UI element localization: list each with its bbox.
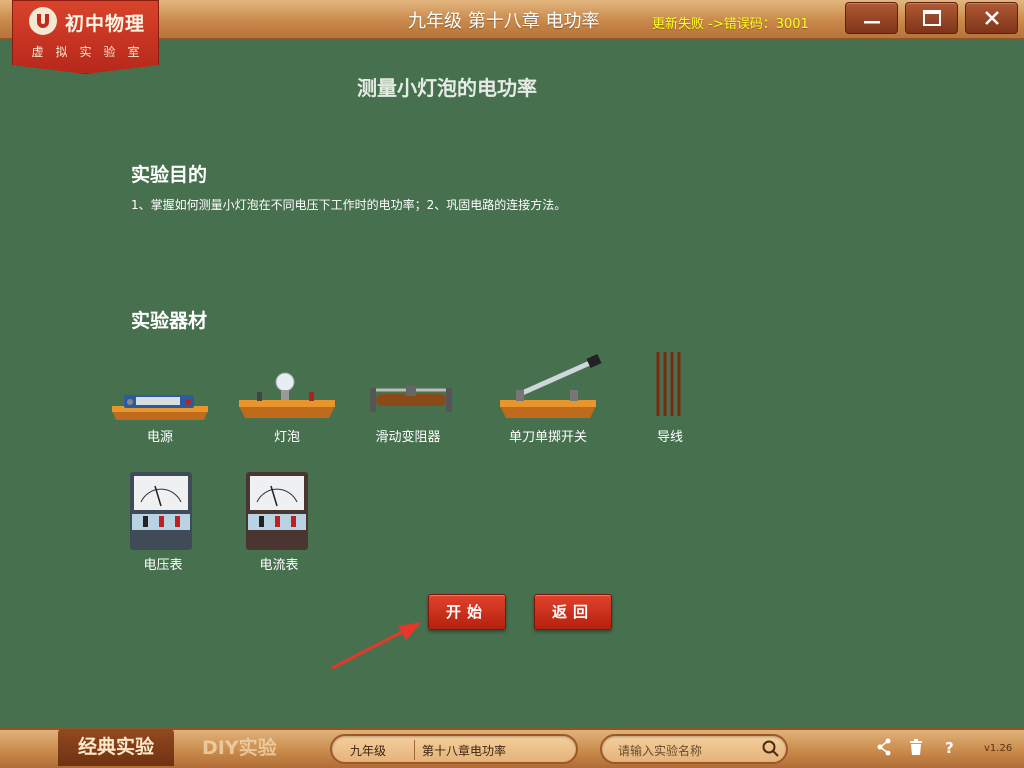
light-bulb-icon (239, 372, 335, 418)
ammeter-icon (246, 472, 308, 550)
back-button[interactable]: 返回 (534, 594, 612, 630)
trash-icon[interactable] (908, 738, 924, 756)
equipment-ammeter[interactable]: 电流表 (219, 472, 339, 582)
tab-classic-experiments[interactable]: 经典实验 (58, 729, 174, 766)
grade-select[interactable]: 九年级 (350, 742, 386, 759)
equipment-wires[interactable]: 导线 (610, 350, 730, 460)
chapter-title: 九年级 第十八章 电功率 (408, 11, 600, 32)
close-icon (984, 11, 999, 25)
divider (414, 740, 415, 760)
app-title: 初中物理 (65, 13, 146, 35)
search-input[interactable]: 请输入实验名称 (618, 742, 702, 759)
equipment-rheostat[interactable]: 滑动变阻器 (348, 350, 468, 460)
search-icon[interactable] (762, 740, 780, 758)
power-supply-icon (112, 395, 208, 420)
update-status: 更新失败 ->错误码：3001 (652, 17, 809, 32)
equipment-label: 电流表 (259, 558, 299, 573)
voltmeter-icon (130, 472, 192, 550)
app-subtitle: 虚拟实验室 (31, 45, 152, 59)
equipment-label: 单刀单掷开关 (508, 430, 587, 445)
minimize-button[interactable] (845, 2, 898, 34)
magnet-icon (29, 7, 57, 35)
equipment-power-supply[interactable]: 电源 (100, 350, 220, 460)
purpose-heading: 实验目的 (131, 164, 208, 186)
version-label: v1.26 (984, 743, 1013, 754)
maximize-button[interactable] (905, 2, 958, 34)
grade-chapter-selector[interactable]: 九年级 第十八章电功率 (330, 734, 578, 764)
help-icon[interactable]: ? (942, 738, 958, 756)
equipment-label: 电源 (146, 430, 173, 445)
chapter-select[interactable]: 第十八章电功率 (422, 742, 506, 759)
experiment-title: 测量小灯泡的电功率 (357, 76, 537, 100)
app-logo: 初中物理 虚拟实验室 (12, 0, 159, 74)
equipment-label: 滑动变阻器 (375, 430, 441, 445)
search-box[interactable]: 请输入实验名称 (600, 734, 788, 764)
svg-text:?: ? (945, 739, 954, 756)
maximize-icon (922, 10, 941, 26)
share-icon[interactable] (876, 738, 892, 756)
equipment-light-bulb[interactable]: 灯泡 (227, 350, 347, 460)
wires-icon (656, 352, 681, 416)
rheostat-icon (370, 386, 452, 412)
minimize-icon (863, 21, 880, 24)
start-button[interactable]: 开始 (428, 594, 506, 630)
knife-switch-icon (500, 353, 602, 418)
equipment-knife-switch[interactable]: 单刀单掷开关 (488, 350, 608, 460)
equipment-heading: 实验器材 (131, 310, 208, 332)
close-button[interactable] (965, 2, 1018, 34)
tab-diy-experiments[interactable]: DIY实验 (202, 733, 277, 760)
arrow-pointer-icon (331, 622, 422, 670)
equipment-label: 电压表 (143, 558, 183, 573)
equipment-voltmeter[interactable]: 电压表 (103, 472, 223, 582)
equipment-label: 导线 (656, 430, 683, 445)
purpose-text: 1、掌握如何测量小灯泡在不同电压下工作时的电功率；2、巩固电路的连接方法。 (131, 198, 567, 212)
equipment-label: 灯泡 (273, 430, 300, 445)
